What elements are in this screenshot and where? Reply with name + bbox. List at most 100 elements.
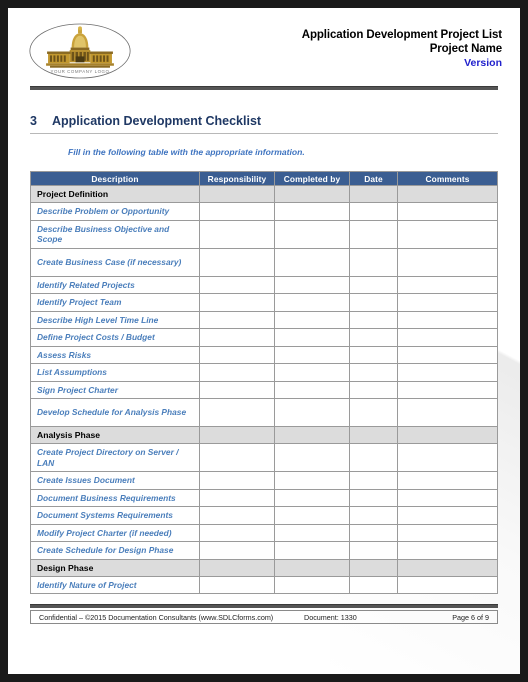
item-label: Sign Project Charter: [30, 380, 200, 399]
input-cell-date[interactable]: [349, 471, 398, 490]
input-cell-responsibility[interactable]: [199, 575, 275, 594]
input-cell-responsibility[interactable]: [199, 202, 275, 221]
input-cell-date[interactable]: [349, 275, 398, 294]
document-page: YOUR COMPANY LOGO Application Developmen…: [8, 8, 520, 674]
input-cell-comments[interactable]: [397, 219, 498, 249]
item-label: Develop Schedule for Analysis Phase: [30, 398, 200, 427]
item-label: Define Project Costs / Budget: [30, 328, 200, 347]
input-cell-completed-by[interactable]: [274, 380, 350, 399]
input-cell-date[interactable]: [349, 219, 398, 249]
input-cell-responsibility[interactable]: [199, 443, 275, 472]
input-cell-completed-by[interactable]: [274, 398, 350, 427]
group-responsibility: [199, 426, 275, 444]
input-cell-comments[interactable]: [397, 506, 498, 525]
input-cell-date[interactable]: [349, 202, 398, 221]
input-cell-responsibility[interactable]: [199, 488, 275, 507]
table-row: Create Project Directory on Server / LAN: [30, 443, 498, 472]
input-cell-completed-by[interactable]: [274, 506, 350, 525]
input-cell-date[interactable]: [349, 328, 398, 347]
input-cell-comments[interactable]: [397, 275, 498, 294]
input-cell-responsibility[interactable]: [199, 275, 275, 294]
company-logo: YOUR COMPANY LOGO: [28, 22, 132, 80]
input-cell-comments[interactable]: [397, 363, 498, 382]
input-cell-comments[interactable]: [397, 202, 498, 221]
table-row: List Assumptions: [30, 363, 498, 382]
capitol-building-logo-icon: YOUR COMPANY LOGO: [29, 23, 131, 79]
input-cell-date[interactable]: [349, 380, 398, 399]
input-cell-comments[interactable]: [397, 488, 498, 507]
input-cell-date[interactable]: [349, 293, 398, 312]
group-label: Analysis Phase: [30, 426, 200, 444]
input-cell-comments[interactable]: [397, 471, 498, 490]
input-cell-completed-by[interactable]: [274, 363, 350, 382]
footer-document-id: Document: 1330: [304, 612, 357, 622]
input-cell-comments[interactable]: [397, 247, 498, 277]
table-head: Description Responsibility Completed by …: [30, 171, 498, 186]
input-cell-responsibility[interactable]: [199, 345, 275, 364]
input-cell-responsibility[interactable]: [199, 363, 275, 382]
footer-confidential: Confidential – ©2015 Documentation Consu…: [39, 612, 274, 622]
input-cell-date[interactable]: [349, 575, 398, 594]
input-cell-responsibility[interactable]: [199, 541, 275, 560]
input-cell-date[interactable]: [349, 506, 398, 525]
section-number: 3: [30, 114, 37, 128]
input-cell-date[interactable]: [349, 363, 398, 382]
input-cell-completed-by[interactable]: [274, 275, 350, 294]
table-row: Describe High Level Time Line: [30, 310, 498, 329]
input-cell-completed-by[interactable]: [274, 219, 350, 249]
input-cell-responsibility[interactable]: [199, 310, 275, 329]
input-cell-completed-by[interactable]: [274, 202, 350, 221]
input-cell-completed-by[interactable]: [274, 443, 350, 472]
input-cell-responsibility[interactable]: [199, 293, 275, 312]
input-cell-comments[interactable]: [397, 310, 498, 329]
input-cell-completed-by[interactable]: [274, 310, 350, 329]
input-cell-completed-by[interactable]: [274, 541, 350, 560]
project-name: Project Name: [429, 43, 502, 55]
table-row: Modify Project Charter (if needed): [30, 523, 498, 542]
input-cell-completed-by[interactable]: [274, 247, 350, 277]
input-cell-date[interactable]: [349, 488, 398, 507]
input-cell-date[interactable]: [349, 247, 398, 277]
input-cell-responsibility[interactable]: [199, 523, 275, 542]
input-cell-responsibility[interactable]: [199, 328, 275, 347]
input-cell-date[interactable]: [349, 443, 398, 472]
input-cell-comments[interactable]: [397, 293, 498, 312]
input-cell-comments[interactable]: [397, 523, 498, 542]
checklist-table: Description Responsibility Completed by …: [30, 171, 498, 594]
input-cell-responsibility[interactable]: [199, 398, 275, 427]
screenshot-canvas: YOUR COMPANY LOGO Application Developmen…: [0, 0, 528, 682]
input-cell-comments[interactable]: [397, 443, 498, 472]
item-label: Identify Project Team: [30, 293, 200, 312]
document-footer: Confidential – ©2015 Documentation Consu…: [30, 610, 498, 624]
input-cell-comments[interactable]: [397, 380, 498, 399]
input-cell-completed-by[interactable]: [274, 345, 350, 364]
input-cell-completed-by[interactable]: [274, 328, 350, 347]
logo-caption-text: YOUR COMPANY LOGO: [51, 69, 110, 74]
input-cell-date[interactable]: [349, 523, 398, 542]
item-label: Create Project Directory on Server / LAN: [30, 443, 200, 472]
input-cell-completed-by[interactable]: [274, 471, 350, 490]
input-cell-comments[interactable]: [397, 575, 498, 594]
input-cell-responsibility[interactable]: [199, 380, 275, 399]
input-cell-date[interactable]: [349, 398, 398, 427]
input-cell-completed-by[interactable]: [274, 293, 350, 312]
item-label: Document Business Requirements: [30, 488, 200, 507]
input-cell-date[interactable]: [349, 541, 398, 560]
input-cell-date[interactable]: [349, 345, 398, 364]
input-cell-responsibility[interactable]: [199, 471, 275, 490]
input-cell-completed-by[interactable]: [274, 523, 350, 542]
table-row: Assess Risks: [30, 345, 498, 364]
input-cell-date[interactable]: [349, 310, 398, 329]
input-cell-comments[interactable]: [397, 541, 498, 560]
input-cell-comments[interactable]: [397, 398, 498, 427]
input-cell-completed-by[interactable]: [274, 488, 350, 507]
input-cell-responsibility[interactable]: [199, 247, 275, 277]
section-divider: [30, 133, 498, 134]
input-cell-completed-by[interactable]: [274, 575, 350, 594]
input-cell-responsibility[interactable]: [199, 219, 275, 249]
input-cell-comments[interactable]: [397, 345, 498, 364]
group-date: [349, 426, 398, 444]
input-cell-responsibility[interactable]: [199, 506, 275, 525]
item-label: Modify Project Charter (if needed): [30, 523, 200, 542]
input-cell-comments[interactable]: [397, 328, 498, 347]
